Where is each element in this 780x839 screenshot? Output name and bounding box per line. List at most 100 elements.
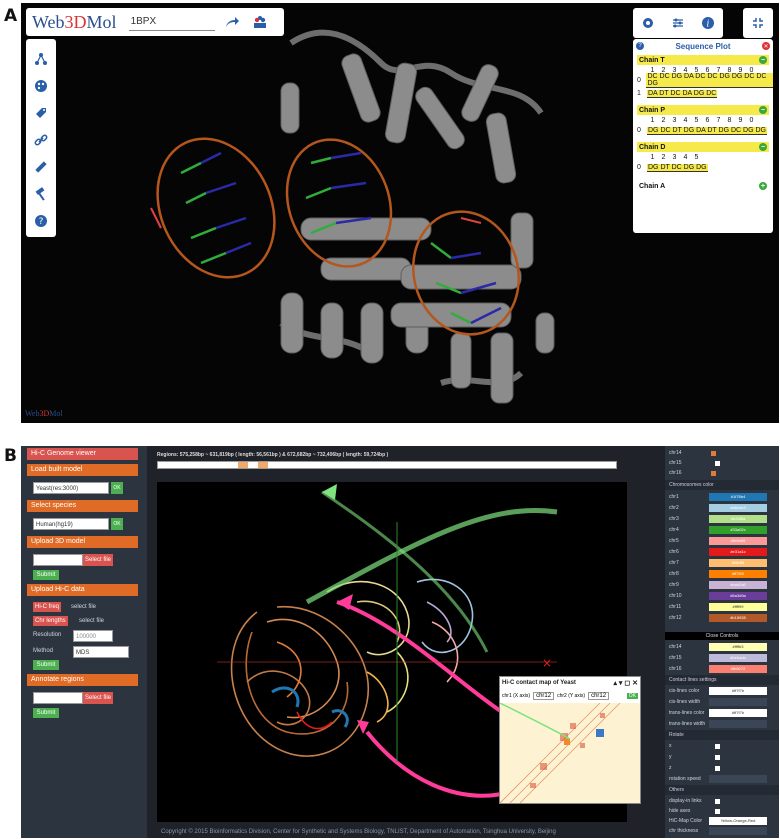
submit-button[interactable]: Submit	[33, 570, 59, 580]
hic-contact-map-window[interactable]: Hi-C contact map of Yeast ▴ ▾ ◻ ✕ chr1 (…	[499, 676, 641, 804]
hammer-icon[interactable]	[29, 180, 53, 207]
display-links-checkbox[interactable]	[715, 798, 720, 804]
select-file-button[interactable]: Select file	[83, 554, 113, 566]
structure-icon[interactable]	[29, 45, 53, 72]
chr-color-chip[interactable]	[711, 450, 716, 456]
tag-icon[interactable]	[29, 99, 53, 126]
residue-sequence[interactable]: DA DT DC DA DG DC	[647, 89, 718, 98]
trans-width-slider[interactable]	[709, 720, 767, 728]
x-axis-select[interactable]: chr12	[533, 692, 555, 700]
sequence-plot-title: Sequence Plot	[675, 41, 731, 51]
ok-button[interactable]: OK	[111, 482, 123, 494]
chr-color-row: chr9 #cab2d6	[669, 580, 775, 590]
chr-color-row: chr15 #bebada	[669, 653, 775, 663]
hide-axes-checkbox[interactable]	[715, 808, 720, 814]
upload-3d-model-header[interactable]: Upload 3D model	[27, 536, 138, 548]
color-swatch[interactable]: #fb8072	[709, 665, 767, 673]
rotate-y-checkbox[interactable]	[715, 754, 720, 760]
region-highlight[interactable]	[258, 462, 268, 468]
annotate-regions-header[interactable]: Annotate regions	[27, 674, 138, 686]
load-built-model-header[interactable]: Load built model	[27, 464, 138, 476]
model-select[interactable]: Yeast(res:3000)	[33, 482, 109, 494]
chr-color-row: chr11 #ffff99	[669, 602, 775, 612]
svg-text:i: i	[707, 20, 710, 30]
color-swatch[interactable]: #a6cee3	[709, 504, 767, 512]
chain-header[interactable]: Chain P −	[637, 105, 769, 115]
color-swatch[interactable]: #fdbf6f	[709, 559, 767, 567]
hic-map-color-select[interactable]: Yellow-Orange-Red	[709, 817, 767, 825]
chain-header[interactable]: Chain D −	[637, 142, 769, 152]
regions-file-input[interactable]	[33, 692, 83, 704]
upload-hic-data-header[interactable]: Upload Hi-C data	[27, 584, 138, 596]
collapse-icon[interactable]: −	[759, 143, 767, 151]
cis-color-input[interactable]: #ff7f7b	[709, 687, 767, 695]
gear-icon[interactable]	[637, 12, 659, 34]
model-file-input[interactable]	[33, 554, 83, 566]
info-icon[interactable]: i	[697, 12, 719, 34]
y-axis-select[interactable]: chr12	[588, 692, 610, 700]
help-icon[interactable]: ?	[29, 207, 53, 234]
ok-button[interactable]: OK	[626, 693, 638, 699]
window-controls-icon[interactable]: ▴ ▾ ◻ ✕	[613, 679, 638, 687]
resolution-input[interactable]: 100000	[73, 630, 113, 642]
collapse-icon[interactable]: −	[759, 106, 767, 114]
share-icon[interactable]	[221, 11, 243, 33]
measure-icon[interactable]	[29, 153, 53, 180]
rotate-x-checkbox[interactable]	[715, 743, 720, 749]
hic-heatmap[interactable]	[500, 703, 640, 803]
region-highlight[interactable]	[238, 462, 248, 468]
submit-button[interactable]: Submit	[33, 660, 59, 670]
rotate-header[interactable]: Rotate	[665, 730, 779, 740]
residue-sequence[interactable]: DG DC DT DG DA DT DG DC DG DG	[647, 126, 767, 135]
sliders-icon[interactable]	[667, 12, 689, 34]
residue-sequence[interactable]: DC DC DG DA DC DC DG DG DC DC DG	[646, 73, 773, 88]
others-header[interactable]: Others	[665, 785, 779, 795]
close-controls-button[interactable]: Close Controls	[665, 632, 779, 640]
expand-icon[interactable]: +	[759, 182, 767, 190]
residue-sequence[interactable]: DG DT DC DG DG	[647, 163, 708, 172]
chr-checkbox[interactable]	[715, 460, 720, 466]
genome-track[interactable]	[157, 461, 617, 469]
help-icon[interactable]: ?	[636, 42, 644, 50]
color-swatch[interactable]: #e31a1c	[709, 548, 767, 556]
color-swatch[interactable]: #ff7f00	[709, 570, 767, 578]
molecule-icon[interactable]	[249, 11, 271, 33]
select-species-header[interactable]: Select species	[27, 500, 138, 512]
rotate-z-checkbox[interactable]	[715, 765, 720, 771]
rotation-speed-slider[interactable]	[709, 775, 767, 783]
cis-width-slider[interactable]	[709, 698, 767, 706]
species-select[interactable]: Human(hg19)	[33, 518, 109, 530]
chr-color-chip[interactable]	[711, 470, 716, 476]
color-swatch[interactable]: #6a3d9a	[709, 592, 767, 600]
color-swatch[interactable]: #ffff99	[709, 603, 767, 611]
close-icon[interactable]: ✕	[762, 42, 770, 50]
contact-lines-header[interactable]: Contact lines settings	[665, 675, 779, 685]
ok-button[interactable]: OK	[111, 518, 123, 530]
color-swatch[interactable]: #cab2d6	[709, 581, 767, 589]
chain-header[interactable]: Chain T −	[637, 55, 769, 65]
chr-visibility-row: chr15	[669, 458, 775, 468]
color-swatch[interactable]: #ffffb3	[709, 643, 767, 651]
link-icon[interactable]	[29, 126, 53, 153]
chr-color-row: chr8 #ff7f00	[669, 569, 775, 579]
color-swatch[interactable]: #b15928	[709, 614, 767, 622]
chr-thickness-slider[interactable]	[709, 827, 767, 835]
pdb-id-input[interactable]	[128, 13, 215, 31]
color-swatch[interactable]: #1f78b4	[709, 493, 767, 501]
color-swatch[interactable]: #33a02c	[709, 526, 767, 534]
color-swatch[interactable]: #fb9a99	[709, 537, 767, 545]
hic-freq-button[interactable]: Hi-C freq	[33, 602, 62, 612]
trans-color-input[interactable]: #ff7f7b	[709, 709, 767, 717]
chr-lengths-button[interactable]: Chr lengths	[33, 616, 68, 626]
palette-icon[interactable]	[29, 72, 53, 99]
color-swatch[interactable]: #b2df8a	[709, 515, 767, 523]
collapse-icon[interactable]	[743, 8, 773, 38]
method-select[interactable]: MDS	[73, 646, 129, 658]
collapse-icon[interactable]: −	[759, 56, 767, 64]
chain-header[interactable]: Chain A +	[637, 181, 769, 191]
submit-button[interactable]: Submit	[33, 708, 59, 718]
color-swatch[interactable]: #bebada	[709, 654, 767, 662]
chromosomes-color-header[interactable]: Chromosomes color	[665, 480, 779, 490]
select-file-button[interactable]: Select file	[83, 692, 113, 704]
hic-map-titlebar[interactable]: Hi-C contact map of Yeast ▴ ▾ ◻ ✕	[500, 677, 640, 689]
